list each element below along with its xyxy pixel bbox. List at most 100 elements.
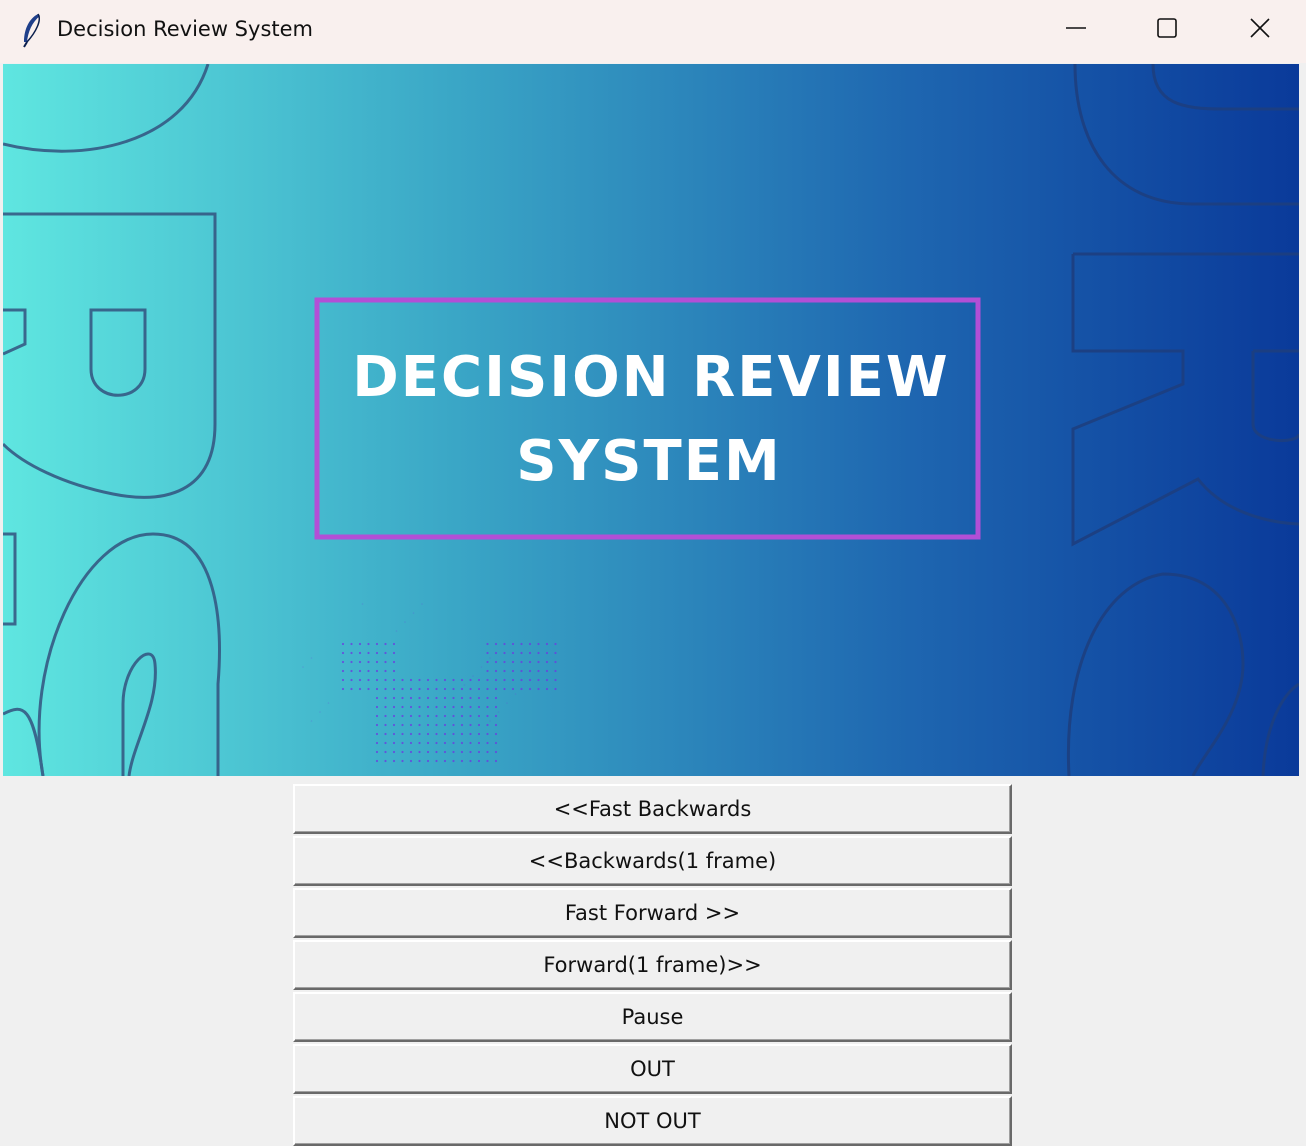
pattern-dot	[469, 741, 472, 745]
pattern-dot	[452, 723, 455, 727]
pattern-dot	[401, 714, 404, 718]
pattern-dot	[384, 750, 387, 754]
pattern-dot	[494, 660, 498, 664]
pattern-dot	[469, 759, 472, 763]
title-bar[interactable]: Decision Review System	[0, 0, 1306, 63]
pattern-dot	[494, 687, 498, 691]
pattern-dot	[494, 705, 498, 709]
pattern-dot	[472, 675, 474, 677]
pattern-dot	[358, 687, 362, 691]
pattern-dot	[384, 687, 387, 691]
pattern-dot	[384, 651, 387, 655]
out-button[interactable]: OUT	[293, 1044, 1012, 1094]
pattern-dot	[367, 678, 370, 682]
pattern-dot	[409, 714, 413, 718]
pattern-dot	[443, 732, 447, 736]
pattern-dot	[443, 705, 447, 709]
fast-backwards-button[interactable]: <<Fast Backwards	[293, 784, 1012, 834]
banner-title-line2: SYSTEM	[516, 429, 781, 494]
pattern-dot	[469, 714, 472, 718]
pattern-dot	[375, 723, 379, 727]
pattern-dot	[554, 642, 557, 646]
pause-button[interactable]: Pause	[293, 992, 1012, 1042]
pattern-dot	[452, 741, 455, 745]
pattern-dot	[460, 714, 464, 718]
pattern-dot	[537, 678, 540, 682]
pattern-dot	[310, 657, 313, 659]
feather-icon	[23, 13, 40, 48]
pattern-dot	[435, 687, 438, 691]
pattern-dot	[494, 651, 498, 655]
pattern-dot	[486, 651, 489, 655]
pattern-dot	[460, 750, 464, 754]
pattern-dot	[477, 732, 481, 736]
pattern-dot	[392, 669, 396, 673]
maximize-button[interactable]	[1121, 0, 1213, 60]
pattern-dot	[494, 669, 498, 673]
backwards-one-frame-button[interactable]: <<Backwards(1 frame)	[293, 836, 1012, 886]
pattern-dot	[528, 669, 532, 673]
fast-forward-button[interactable]: Fast Forward >>	[293, 888, 1012, 938]
minimize-button[interactable]	[1030, 0, 1122, 60]
pattern-dot	[426, 750, 430, 754]
pattern-dot	[452, 678, 455, 682]
pattern-dot	[545, 660, 549, 664]
pattern-dot	[480, 666, 483, 668]
pattern-dot	[520, 651, 523, 655]
pattern-dot	[477, 723, 481, 727]
pattern-dot	[384, 669, 387, 673]
pattern-dot	[528, 687, 532, 691]
forward-one-frame-button[interactable]: Forward(1 frame)>>	[293, 940, 1012, 990]
close-button[interactable]	[1214, 0, 1306, 60]
banner-graphic: DECISION REVIEW SYSTEM	[3, 64, 1299, 776]
pattern-dot	[375, 651, 379, 655]
pattern-dot	[435, 705, 438, 709]
pattern-dot	[443, 750, 447, 754]
pattern-dot	[520, 660, 523, 664]
pattern-dot	[392, 678, 396, 682]
pattern-dot	[537, 687, 540, 691]
pattern-dot	[494, 723, 498, 727]
pattern-dot	[392, 714, 396, 718]
pattern-dot	[545, 678, 549, 682]
pattern-dot	[477, 678, 481, 682]
pattern-dot	[375, 642, 379, 646]
pattern-dot	[503, 660, 506, 664]
pattern-dot	[486, 678, 489, 682]
pattern-dot	[537, 660, 540, 664]
pattern-dot	[506, 702, 508, 704]
pattern-dot	[486, 732, 489, 736]
pattern-dot	[375, 660, 379, 664]
pattern-dot	[511, 642, 515, 646]
pattern-dot	[367, 669, 370, 673]
pattern-dot	[545, 669, 549, 673]
pattern-dot	[409, 696, 413, 700]
pattern-dot	[443, 714, 447, 718]
pattern-dot	[392, 660, 396, 664]
not-out-button[interactable]: NOT OUT	[293, 1096, 1012, 1146]
pattern-dot	[514, 693, 517, 695]
pattern-dot	[409, 741, 413, 745]
pattern-dot	[401, 759, 404, 763]
pattern-dot	[452, 696, 455, 700]
pattern-dot	[384, 705, 387, 709]
pattern-dot	[384, 678, 387, 682]
pattern-dot	[460, 759, 464, 763]
pattern-dot	[435, 678, 438, 682]
pattern-dot	[341, 678, 345, 682]
pattern-dot	[361, 603, 364, 605]
pattern-dot	[375, 714, 379, 718]
pattern-dot	[528, 660, 532, 664]
pattern-dot	[401, 723, 404, 727]
pattern-dot	[435, 723, 438, 727]
pattern-dot	[409, 759, 413, 763]
pattern-dot	[435, 759, 438, 763]
pattern-dot	[401, 732, 404, 736]
pattern-dot	[418, 741, 421, 745]
pattern-dot	[554, 687, 557, 691]
pattern-dot	[375, 678, 379, 682]
pattern-dot	[460, 678, 464, 682]
pattern-dot	[350, 642, 353, 646]
pattern-dot	[452, 759, 455, 763]
pattern-dot	[452, 687, 455, 691]
